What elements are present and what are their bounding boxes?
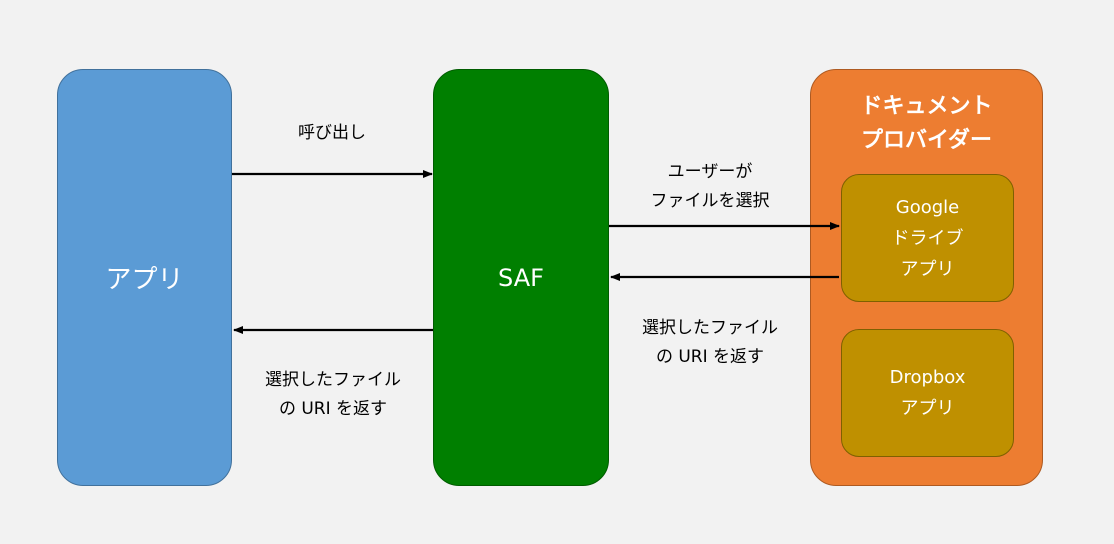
return-uri-right-line2: の URI を返す — [655, 347, 765, 367]
arrows-layer — [232, 170, 840, 334]
user-select-label-line2: ファイルを選択 — [650, 191, 770, 211]
return-uri-left-line1: 選択したファイル — [265, 370, 401, 390]
return-uri-label-left: 選択したファイル の URI を返す — [245, 366, 421, 424]
return-uri-left-line2: の URI を返す — [278, 399, 388, 419]
return-uri-label-right: 選択したファイル の URI を返す — [622, 314, 798, 372]
call-label: 呼び出し — [298, 123, 366, 143]
user-select-label-line1: ユーザーが — [667, 162, 753, 182]
return-uri-right-line1: 選択したファイル — [642, 318, 778, 338]
user-select-label: ユーザーが ファイルを選択 — [625, 158, 795, 216]
